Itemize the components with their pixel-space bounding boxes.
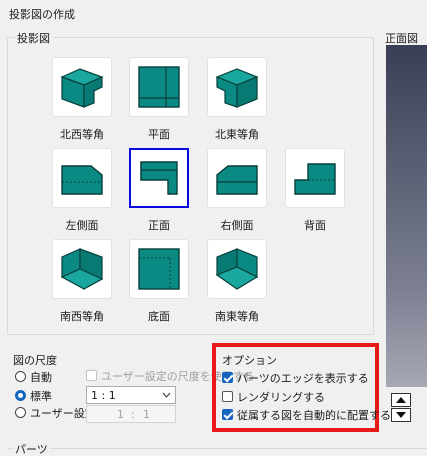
arrow-down-icon: [396, 412, 406, 418]
parts-divider: [7, 448, 427, 449]
chevron-down-icon: [162, 392, 171, 398]
view-tile-northeast-iso[interactable]: [207, 57, 267, 117]
view-label: 北西等角: [60, 128, 104, 141]
scale-standard-label: 標準: [30, 390, 52, 403]
scale-user-radio[interactable]: [15, 407, 26, 418]
use-user-scale-checkbox[interactable]: [86, 370, 97, 381]
preview-pane: [386, 45, 427, 387]
view-tile-back[interactable]: [285, 148, 345, 208]
isometric-northwest-icon: [60, 68, 104, 108]
back-view-icon: [294, 163, 336, 195]
scale-auto-radio[interactable]: [15, 371, 26, 382]
rendering-label: レンダリングする: [237, 391, 325, 404]
view-label: 左側面: [65, 219, 99, 232]
preview-scroll-buttons: [391, 393, 411, 422]
view-label: 平面: [148, 128, 170, 141]
view-tile-front[interactable]: [129, 148, 189, 208]
view-tile-southwest-iso[interactable]: [52, 239, 112, 299]
right-view-icon: [216, 165, 258, 195]
scale-auto-label: 自動: [30, 371, 52, 384]
front-view-icon: [140, 161, 178, 195]
view-label: 底面: [148, 310, 170, 323]
window-title: 投影図の作成: [9, 8, 75, 21]
auto-place-label: 従属する図を自動的に配置する: [237, 409, 391, 422]
view-label: 南西等角: [60, 310, 104, 323]
view-label: 南東等角: [215, 310, 259, 323]
standard-scale-select[interactable]: 1 : 1: [86, 386, 176, 404]
show-edges-checkbox[interactable]: [222, 372, 233, 383]
view-tile-northwest-iso[interactable]: [52, 57, 112, 117]
arrow-up-icon: [396, 397, 406, 403]
bottom-view-icon: [138, 248, 180, 290]
top-view-icon: [138, 66, 180, 108]
scroll-down-button[interactable]: [391, 408, 411, 422]
parts-label: パーツ: [13, 441, 50, 456]
isometric-northeast-icon: [215, 68, 259, 108]
view-tile-right[interactable]: [207, 148, 267, 208]
view-label: 右側面: [220, 219, 254, 232]
view-tile-southeast-iso[interactable]: [207, 239, 267, 299]
user-scale-field[interactable]: 1 : 1: [86, 405, 176, 423]
isometric-southeast-icon: [215, 248, 259, 290]
left-view-icon: [61, 165, 103, 195]
options-label: オプション: [222, 354, 277, 367]
auto-place-checkbox[interactable]: [222, 409, 233, 420]
view-tile-top[interactable]: [129, 57, 189, 117]
view-tile-left[interactable]: [52, 148, 112, 208]
user-scale-left: 1: [117, 408, 124, 421]
scale-standard-radio[interactable]: [15, 390, 26, 401]
rendering-checkbox[interactable]: [222, 391, 233, 402]
user-scale-sep: :: [131, 408, 135, 421]
show-edges-label: パーツのエッジを表示する: [237, 372, 369, 385]
preview-label: 正面図: [385, 32, 418, 45]
scale-label: 図の尺度: [13, 354, 57, 367]
view-label: 北東等角: [215, 128, 259, 141]
standard-scale-value: 1 : 1: [91, 389, 116, 402]
scroll-up-button[interactable]: [391, 393, 411, 407]
projection-group-label: 投影図: [15, 30, 52, 46]
view-tile-bottom[interactable]: [129, 239, 189, 299]
user-scale-right: 1: [143, 408, 150, 421]
view-label: 背面: [304, 219, 326, 232]
view-label: 正面: [148, 219, 170, 232]
isometric-southwest-icon: [60, 248, 104, 290]
